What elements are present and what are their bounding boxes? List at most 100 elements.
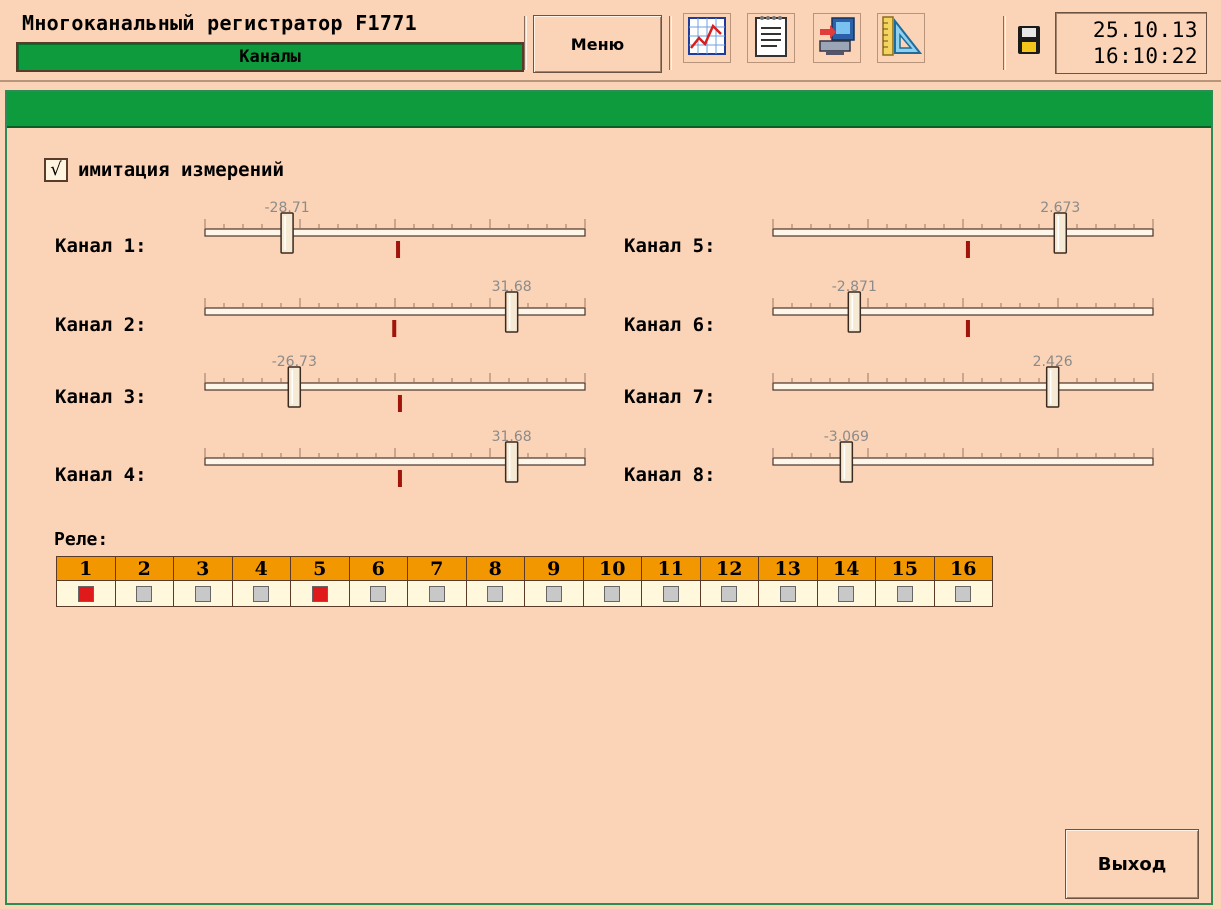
- notepad-button[interactable]: [747, 13, 795, 63]
- slider-thumb: [504, 291, 519, 333]
- slider-graphic: [204, 366, 586, 412]
- channel-4-slider[interactable]: 31.68: [202, 429, 588, 489]
- slider-value: 31.68: [491, 279, 532, 295]
- slider-track: [772, 382, 1154, 391]
- slider-value: 2.673: [1040, 200, 1081, 216]
- trend-chart-icon: [687, 16, 727, 60]
- relay-cell: [290, 580, 350, 607]
- ruler-triangle-icon: [880, 15, 923, 61]
- trend-chart-button[interactable]: [683, 13, 731, 63]
- relay-number: 4: [231, 556, 291, 581]
- slider-track: [204, 228, 586, 237]
- relay-indicator: [662, 585, 679, 602]
- relay-title: Реле:: [54, 529, 109, 550]
- zero-marker: [396, 241, 401, 258]
- relay-indicator: [487, 585, 504, 602]
- relay-cell: [407, 580, 467, 607]
- relay-indicator: [370, 585, 387, 602]
- simulation-label: имитация измерений: [78, 159, 284, 181]
- channel-1-slider[interactable]: -28.71: [202, 200, 588, 260]
- relay-cell: [56, 580, 116, 607]
- relay-cell: [641, 580, 701, 607]
- relay-cell: [114, 580, 174, 607]
- slider-value: 31.68: [491, 429, 532, 445]
- slider-track: [204, 307, 586, 316]
- computer-transfer-button[interactable]: [813, 13, 861, 63]
- relay-cell: [348, 580, 408, 607]
- slider-thumb: [287, 366, 302, 408]
- channel-4-label: Канал 4:: [55, 464, 147, 486]
- header-divider: [524, 16, 527, 70]
- slider-track: [772, 228, 1154, 237]
- app-title: Многоканальный регистратор F1771: [22, 11, 417, 35]
- channel-8-label: Канал 8:: [624, 464, 716, 486]
- relay-table: 1 2 3 4 5 6 7 8 9 10 11 12 13 14 15 16: [56, 556, 993, 607]
- channel-3-label: Канал 3:: [55, 386, 147, 408]
- slider-thumb: [280, 212, 294, 254]
- save-button[interactable]: [1014, 24, 1044, 60]
- slider-track: [772, 307, 1154, 316]
- date-text: 25.10.13: [1092, 18, 1198, 42]
- channel-5-label: Канал 5:: [624, 235, 716, 257]
- relay-number: 7: [407, 556, 467, 581]
- slider-thumb: [847, 291, 862, 333]
- relay-number: 1: [56, 556, 116, 581]
- relay-indicator: [604, 585, 621, 602]
- relay-number: 13: [758, 556, 818, 581]
- relay-cell: [758, 580, 818, 607]
- relay-indicator: [194, 585, 211, 602]
- relay-number: 8: [465, 556, 525, 581]
- ruler-triangle-button[interactable]: [877, 13, 925, 63]
- zero-marker: [965, 320, 970, 337]
- relay-indicator: [253, 585, 270, 602]
- screen-title: Каналы: [239, 47, 301, 67]
- slider-graphic: [204, 212, 586, 258]
- header-bar: Многоканальный регистратор F1771 Каналы …: [0, 0, 1221, 82]
- channel-8-slider[interactable]: -3.069: [770, 429, 1156, 489]
- relay-cell: [816, 580, 876, 607]
- slider-value: 2.426: [1032, 354, 1073, 370]
- relay-number: 5: [290, 556, 350, 581]
- relay-cell: [524, 580, 584, 607]
- exit-button[interactable]: Выход: [1065, 829, 1199, 899]
- relay-indicator-row: [56, 580, 993, 607]
- relay-number: 2: [114, 556, 174, 581]
- slider-thumb: [1045, 366, 1060, 408]
- menu-button[interactable]: Меню: [533, 15, 662, 73]
- channel-7-slider[interactable]: 2.426: [770, 354, 1156, 414]
- relay-cell: [699, 580, 759, 607]
- relay-header-row: 1 2 3 4 5 6 7 8 9 10 11 12 13 14 15 16: [56, 556, 993, 581]
- computer-transfer-icon: [816, 15, 858, 61]
- relay-indicator: [838, 585, 855, 602]
- channel-5-slider[interactable]: 2.673: [770, 200, 1156, 260]
- simulation-checkbox[interactable]: √ имитация измерений: [44, 158, 284, 182]
- relay-number: 14: [816, 556, 876, 581]
- relay-indicator: [721, 585, 738, 602]
- channel-6-slider[interactable]: -2.871: [770, 279, 1156, 339]
- time-text: 16:10:22: [1092, 44, 1198, 68]
- channel-2-slider[interactable]: 31.68: [202, 279, 588, 339]
- relay-indicator: [896, 585, 913, 602]
- relay-number: 3: [173, 556, 233, 581]
- zero-marker: [397, 470, 402, 487]
- slider-graphic: [772, 212, 1154, 258]
- channel-3-slider[interactable]: -26.73: [202, 354, 588, 414]
- relay-indicator: [311, 585, 328, 602]
- screen-title-bar: Каналы: [16, 42, 524, 72]
- slider-track: [772, 457, 1154, 466]
- relay-number: 12: [699, 556, 759, 581]
- slider-graphic: [772, 366, 1154, 408]
- relay-indicator: [779, 585, 796, 602]
- relay-cell: [465, 580, 525, 607]
- relay-number: 9: [524, 556, 584, 581]
- panel-title-bar: [7, 92, 1211, 128]
- slider-thumb: [1053, 212, 1068, 254]
- app-window: Многоканальный регистратор F1771 Каналы …: [0, 0, 1221, 909]
- slider-thumb: [839, 441, 854, 483]
- relay-indicator: [955, 585, 972, 602]
- header-divider: [669, 16, 672, 70]
- channel-7-label: Канал 7:: [624, 386, 716, 408]
- checkbox-box[interactable]: √: [44, 158, 68, 182]
- relay-number: 16: [933, 556, 993, 581]
- relay-indicator: [77, 585, 94, 602]
